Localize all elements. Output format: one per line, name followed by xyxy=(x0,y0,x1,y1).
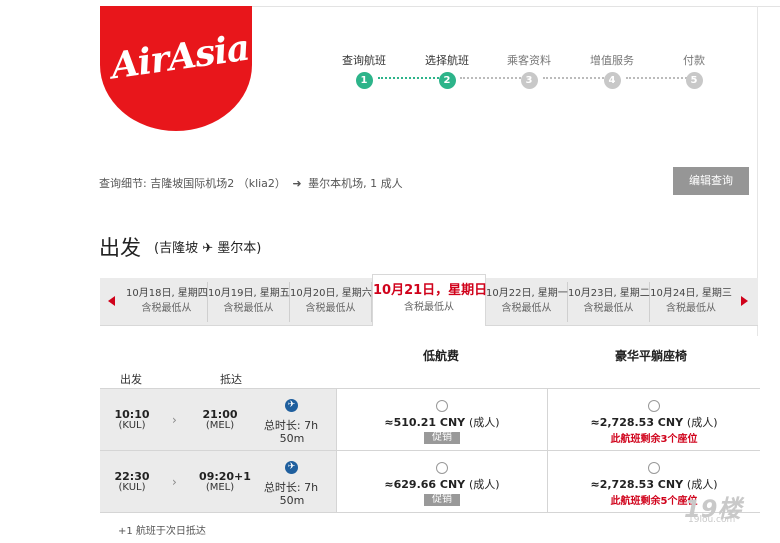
step-add-ons: 增值服务 4 xyxy=(572,52,652,89)
flight-duration: 总时长: 7h xyxy=(263,419,319,432)
step-label: 查询航班 xyxy=(342,54,386,67)
flight-info: 10:10 (KUL) › 21:00 (MEL) ✈ 总时长: 7h 50m xyxy=(100,389,336,450)
query-details: 查询细节: 吉隆坡国际机场2 （klia2） ➜ 墨尔本机场, 1 成人 xyxy=(99,175,403,191)
date-tab-date: 10月21日，星期日 xyxy=(373,283,488,298)
step-select-flight[interactable]: 选择航班 2 xyxy=(407,52,487,89)
premium-fare-radio[interactable] xyxy=(648,400,660,412)
step-number: 3 xyxy=(520,72,538,89)
next-day-footnote: +1 航班于次日抵达 xyxy=(118,526,206,537)
economy-fare-radio[interactable] xyxy=(436,400,448,412)
price-unit: (成人) xyxy=(469,416,500,429)
date-tab-price: 含税最低从 xyxy=(223,303,274,314)
logo-text: AirAsia xyxy=(108,26,252,88)
flight-duration-minutes: 50m xyxy=(279,494,305,507)
date-tab[interactable]: 10月23日, 星期二 含税最低从 xyxy=(568,282,650,322)
date-selector: 10月18日, 星期四 含税最低从 10月19日, 星期五 含税最低从 10月2… xyxy=(100,274,758,326)
economy-fare-cell[interactable]: ≈510.21 CNY (成人) 促销 xyxy=(336,389,547,450)
depart-airport: (KUL) xyxy=(118,482,146,493)
price-value: ≈629.66 CNY xyxy=(384,478,466,491)
table-row: 10:10 (KUL) › 21:00 (MEL) ✈ 总时长: 7h 50m … xyxy=(100,389,760,451)
promo-badge: 促销 xyxy=(424,432,460,444)
plane-icon[interactable]: ✈ xyxy=(285,461,298,474)
date-tab-price: 含税最低从 xyxy=(404,302,454,313)
price-unit: (成人) xyxy=(469,478,500,491)
date-tab[interactable]: 10月24日, 星期三 含税最低从 xyxy=(650,282,732,322)
edit-search-button[interactable]: 编辑查询 xyxy=(673,167,749,195)
watermark: 19楼 19lou.com xyxy=(684,489,764,529)
query-origin: 查询细节: 吉隆坡国际机场2 （klia2） xyxy=(99,177,286,190)
step-number: 1 xyxy=(355,72,373,89)
economy-price: ≈629.66 CNY (成人) xyxy=(337,476,547,492)
date-tab[interactable]: 10月20日, 星期六 含税最低从 xyxy=(290,282,372,322)
step-number: 4 xyxy=(603,72,621,89)
step-search[interactable]: 查询航班 1 xyxy=(324,52,404,89)
depart-column-header: 出发 xyxy=(120,373,142,386)
premium-price: ≈2,728.53 CNY (成人) xyxy=(548,414,760,430)
economy-column-header: 低航费 xyxy=(423,349,460,363)
plane-icon[interactable]: ✈ xyxy=(285,399,298,412)
step-payment: 付款 5 xyxy=(654,52,734,89)
query-destination: 墨尔本机场, 1 成人 xyxy=(308,177,403,190)
departure-route: (吉隆坡 ✈ 墨尔本) xyxy=(154,241,262,256)
price-value: ≈2,728.53 CNY xyxy=(590,478,684,491)
arrow-right-icon: ➜ xyxy=(292,177,302,190)
date-tab-price: 含税最低从 xyxy=(666,303,716,314)
price-value: ≈2,728.53 CNY xyxy=(590,416,684,429)
premium-fare-cell[interactable]: ≈2,728.53 CNY (成人) 此航班剩余3个座位 xyxy=(547,389,760,450)
date-tab-price: 含税最低从 xyxy=(305,303,356,314)
departure-title: 出发 xyxy=(99,236,141,260)
date-tab-selected[interactable]: 10月21日，星期日 含税最低从 xyxy=(372,274,488,326)
step-label: 付款 xyxy=(683,54,705,67)
step-number: 2 xyxy=(438,72,456,89)
triangle-right-icon[interactable] xyxy=(741,296,748,306)
date-tab-price: 含税最低从 xyxy=(501,303,552,314)
chevron-right-icon: › xyxy=(172,413,177,427)
watermark-url: 19lou.com xyxy=(688,515,736,525)
airasia-logo[interactable]: AirAsia xyxy=(100,6,252,131)
step-number: 5 xyxy=(685,72,703,89)
table-row: 22:30 (KUL) › 09:20+1 (MEL) ✈ 总时长: 7h 50… xyxy=(100,451,760,513)
economy-fare-radio[interactable] xyxy=(436,462,448,474)
date-tab-date: 10月20日, 星期六 xyxy=(290,288,372,299)
price-unit: (成人) xyxy=(686,416,718,429)
flight-duration: 总时长: 7h xyxy=(263,481,319,494)
economy-fare-cell[interactable]: ≈629.66 CNY (成人) 促销 xyxy=(336,451,547,512)
arrive-airport: (MEL) xyxy=(205,420,235,431)
chevron-right-icon: › xyxy=(172,475,177,489)
depart-airport: (KUL) xyxy=(118,420,146,431)
step-label: 乘客资料 xyxy=(507,54,551,67)
step-passenger-info: 乘客资料 3 xyxy=(489,52,569,89)
date-tab-date: 10月19日, 星期五 xyxy=(208,288,290,299)
date-tab-date: 10月22日, 星期一 xyxy=(486,288,568,299)
date-tab[interactable]: 10月22日, 星期一 含税最低从 xyxy=(486,282,568,322)
date-tab[interactable]: 10月19日, 星期五 含税最低从 xyxy=(208,282,290,322)
booking-progress-steps: 查询航班 1 选择航班 2 乘客资料 3 增值服务 4 付款 5 xyxy=(330,52,730,92)
promo-badge: 促销 xyxy=(424,494,460,506)
step-label: 选择航班 xyxy=(425,54,469,67)
triangle-left-icon[interactable] xyxy=(108,296,115,306)
premium-fare-radio[interactable] xyxy=(648,462,660,474)
arrive-airport: (MEL) xyxy=(205,482,235,493)
date-tab-date: 10月24日, 星期三 xyxy=(650,288,732,299)
date-tab[interactable]: 10月18日, 星期四 含税最低从 xyxy=(126,282,208,322)
arrive-column-header: 抵达 xyxy=(220,373,242,386)
flight-results-table: 10:10 (KUL) › 21:00 (MEL) ✈ 总时长: 7h 50m … xyxy=(100,388,760,513)
price-value: ≈510.21 CNY xyxy=(384,416,466,429)
flight-duration-minutes: 50m xyxy=(279,432,305,445)
date-tab-date: 10月18日, 星期四 xyxy=(126,288,208,299)
economy-price: ≈510.21 CNY (成人) xyxy=(337,414,547,430)
seats-remaining: 此航班剩余3个座位 xyxy=(610,434,698,445)
date-tab-price: 含税最低从 xyxy=(141,303,192,314)
step-label: 增值服务 xyxy=(590,54,634,67)
date-tab-price: 含税最低从 xyxy=(583,303,634,314)
date-tab-date: 10月23日, 星期二 xyxy=(568,288,650,299)
flight-info: 22:30 (KUL) › 09:20+1 (MEL) ✈ 总时长: 7h 50… xyxy=(100,451,336,512)
premium-column-header: 豪华平躺座椅 xyxy=(615,349,688,363)
